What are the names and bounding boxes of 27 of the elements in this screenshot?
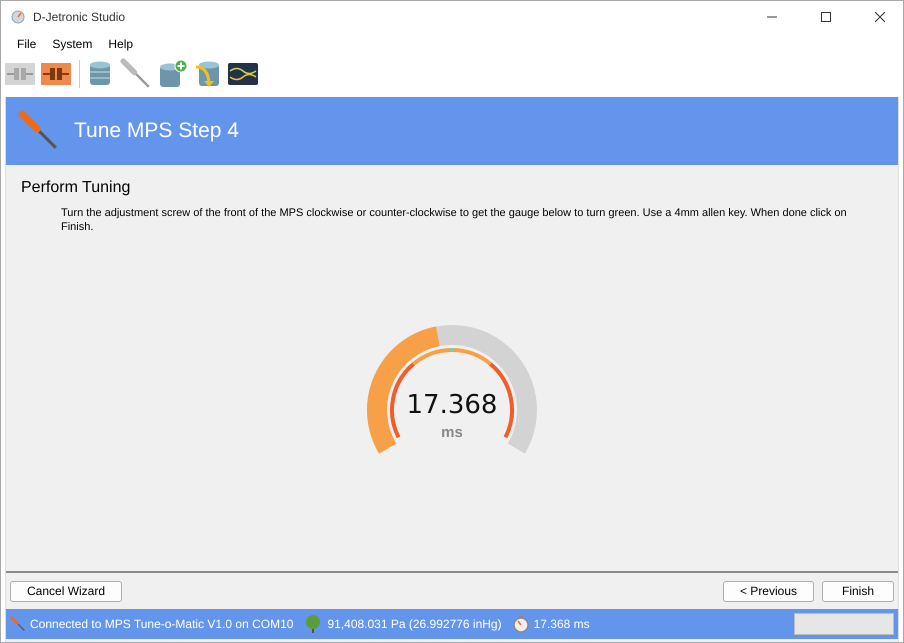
connection-status: Connected to MPS Tune-o-Matic V1.0 on COM10 bbox=[30, 617, 294, 631]
screwdriver-icon bbox=[120, 58, 152, 90]
screwdriver-icon bbox=[18, 110, 60, 152]
instructions-text: Turn the adjustment screw of the front of the MPS clockwise or counter-clockwise to get the gauge below to turn green. Use a 4mm allen key. When done click on Finish. bbox=[61, 206, 848, 234]
screwdriver-icon bbox=[10, 616, 26, 632]
gauge-icon bbox=[11, 10, 25, 24]
finish-button[interactable]: Finish bbox=[822, 580, 894, 602]
menu-item[interactable]: File bbox=[9, 37, 44, 51]
close-icon[interactable] bbox=[875, 12, 885, 22]
gauge-unit: ms bbox=[440, 424, 464, 441]
plug-icon[interactable] bbox=[41, 63, 71, 85]
section-title: Perform Tuning bbox=[21, 179, 132, 197]
cancel-button[interactable]: Cancel Wizard bbox=[10, 580, 122, 602]
timing-status: 17.368 ms bbox=[534, 617, 590, 631]
step-title: Tune MPS Step 4 bbox=[74, 119, 239, 143]
pressure-status: 91,408.031 Pa (26.992776 inHg) bbox=[327, 617, 502, 631]
previous-button[interactable]: < Previous bbox=[722, 580, 814, 602]
waveform-icon[interactable] bbox=[228, 63, 258, 85]
database-arrow-icon[interactable] bbox=[194, 59, 222, 89]
menu-item[interactable]: System bbox=[44, 37, 100, 51]
maximize-icon[interactable] bbox=[821, 12, 831, 22]
gauge-reading: 17.368 bbox=[406, 390, 498, 420]
window-title: D-Jetronic Studio bbox=[33, 10, 126, 24]
plug-icon[interactable] bbox=[5, 63, 35, 85]
database-add-icon[interactable] bbox=[158, 59, 188, 89]
stopwatch-icon bbox=[512, 615, 530, 633]
menu-item[interactable]: Help bbox=[100, 37, 142, 51]
